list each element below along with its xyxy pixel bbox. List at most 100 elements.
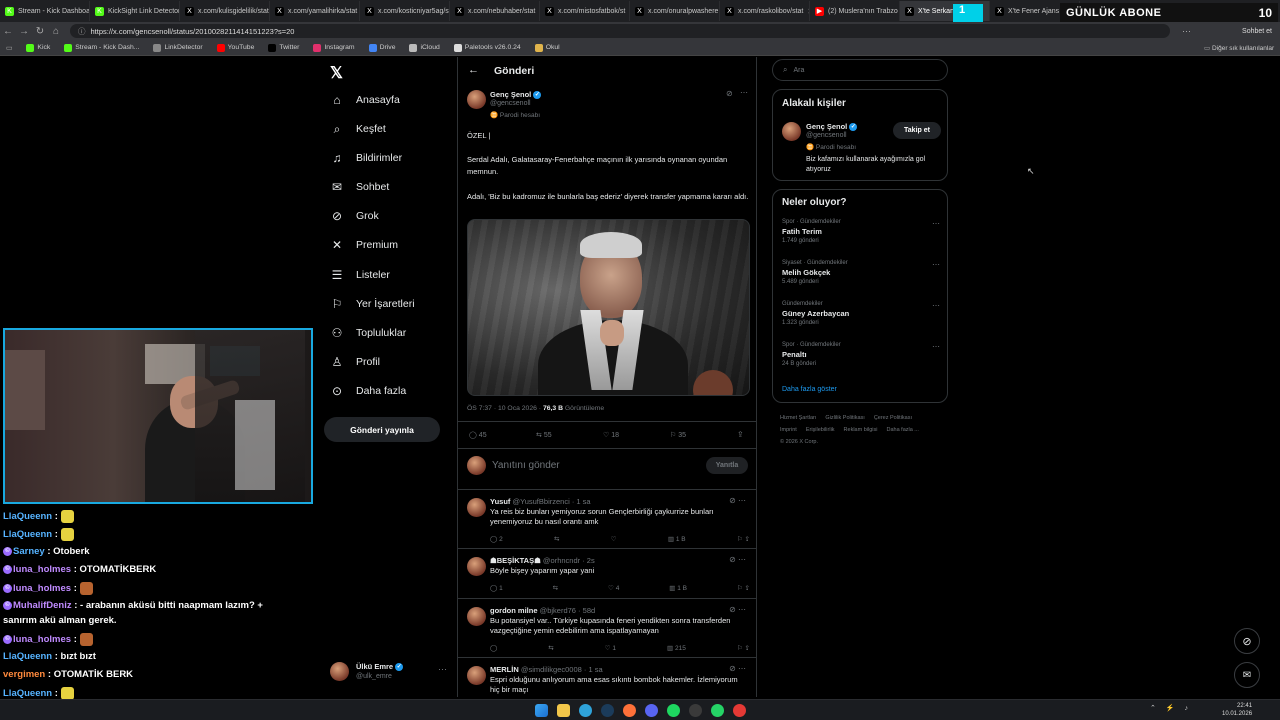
home-browser-icon[interactable]: ⌂ — [48, 26, 64, 37]
chat-username[interactable]: MuhalifDeniz — [13, 600, 72, 611]
messages-fab[interactable]: ✉ — [1234, 662, 1260, 688]
browser-tab[interactable]: Xx.com/kulisgidelilik/stat✕ — [180, 1, 270, 21]
browser-tab[interactable]: Xx.com/onuralpwashere✕ — [630, 1, 720, 21]
chat-username[interactable]: LlaQueenn — [3, 529, 52, 540]
nav-item-x[interactable]: ✕ Premium — [330, 234, 398, 256]
more-options-icon[interactable]: ⋯ — [932, 301, 940, 310]
reply-author-name[interactable]: ☗BEŞİKTAŞ☗ — [490, 556, 541, 565]
share-icon[interactable]: ⇪ — [737, 430, 744, 439]
reply-button[interactable]: ◯ 2 — [490, 535, 503, 543]
reply-author-name[interactable]: gordon milne — [490, 606, 538, 615]
obs-icon[interactable] — [689, 704, 702, 717]
chat-username[interactable]: LlaQueenn — [3, 651, 52, 662]
x-logo-icon[interactable]: 𝕏 — [330, 63, 343, 83]
repost-button[interactable]: ⇆ 55 — [536, 431, 552, 439]
chat-username[interactable]: Sarney — [13, 546, 45, 557]
nav-item-communities[interactable]: ⚇ Topluluklar — [330, 322, 407, 344]
windows-start-icon[interactable] — [535, 704, 548, 717]
relevant-avatar[interactable] — [782, 122, 801, 141]
reply-avatar[interactable] — [467, 666, 486, 685]
reply-item[interactable]: gordon milne @bjkerd76 · 58d ⊘ ⋯ Bu potans… — [458, 598, 756, 657]
reload-icon[interactable]: ↻ — [32, 26, 48, 37]
bookmark-icon[interactable]: ⚐ ⇪ — [737, 584, 750, 592]
chat-username[interactable]: LlaQueenn — [3, 511, 52, 522]
repost-button[interactable]: ⇆ — [548, 644, 553, 652]
bookmark-item[interactable]: YouTube — [216, 43, 254, 52]
footer-link[interactable]: Erişilebilirlik — [806, 427, 835, 433]
trend-item[interactable]: Spor · Gündemdekiler Penaltı 24 B gönderi ⋯ — [782, 342, 940, 367]
trend-item[interactable]: Siyaset · Gündemdekiler Melih Gökçek 5.489… — [782, 260, 940, 285]
bookmark-item[interactable]: iCloud — [409, 43, 440, 52]
like-button[interactable]: ♡ 18 — [603, 431, 619, 439]
browser-tab[interactable]: KKickSight Link Detector✕ — [90, 1, 180, 21]
heart-button[interactable]: ♡ 1 — [605, 644, 616, 652]
footer-link[interactable]: Reklam bilgisi — [844, 427, 878, 433]
browser-tab[interactable]: Xx.com/mistosfatbok/st✕ — [540, 1, 630, 21]
chat-username[interactable]: LlaQueenn — [3, 688, 52, 699]
nav-item-profile[interactable]: ♙ Profil — [330, 351, 380, 373]
bookmark-icon[interactable]: ⚐ ⇪ — [737, 644, 750, 652]
chat-username[interactable]: luna_holmes — [13, 634, 71, 645]
trend-item[interactable]: Gündemdekiler Güney Azerbaycan 1.323 gönde… — [782, 301, 940, 326]
repost-button[interactable]: ⇆ — [553, 584, 558, 592]
more-options-icon[interactable]: ⊘ ⋯ — [729, 496, 746, 505]
apps-icon[interactable]: ▭ — [6, 44, 12, 52]
more-options-icon[interactable]: ⋯ — [932, 260, 940, 269]
reply-button[interactable]: ◯ 45 — [469, 431, 487, 439]
search-input[interactable]: ⌕ Ara — [772, 59, 948, 81]
footer-link[interactable]: Daha fazla ... — [886, 427, 918, 433]
reply-handle[interactable]: @orhncndr · 2s — [543, 556, 595, 565]
account-switcher[interactable]: Ülkü Emre ✓ @ulk_emre ⋯ — [330, 660, 450, 686]
back-icon[interactable]: ← — [0, 26, 16, 37]
reply-author-name[interactable]: MERLİN — [490, 665, 519, 674]
nav-item-grok[interactable]: ⊘ Grok — [330, 205, 379, 227]
grok-fab[interactable]: ⊘ — [1234, 628, 1260, 654]
bookmark-item[interactable]: Stream - Kick Dash... — [64, 43, 139, 52]
edge-icon[interactable] — [579, 704, 592, 717]
site-info-icon[interactable]: ⓘ — [78, 26, 86, 37]
views-button[interactable]: ▥ 215 — [667, 644, 686, 652]
browser-tab[interactable]: Xx.com/yamalihirka/stat✕ — [270, 1, 360, 21]
extensions-icon[interactable]: ⋯ — [1182, 26, 1191, 37]
browser-tab[interactable]: Xx.com/raskolibov/stat✕ — [720, 1, 810, 21]
chat-username[interactable]: luna_holmes — [13, 583, 71, 594]
more-options-icon[interactable]: ⊘ ⋯ — [729, 664, 746, 673]
follow-button[interactable]: Takip et — [893, 122, 941, 139]
nav-item-home[interactable]: ⌂ Anasayfa — [330, 89, 399, 111]
more-options-icon[interactable]: ⋯ — [932, 219, 940, 228]
reply-avatar[interactable] — [467, 557, 486, 576]
post-image[interactable] — [467, 219, 750, 396]
author-name[interactable]: Genç Şenol — [490, 90, 531, 99]
more-options-icon[interactable]: ⋯ — [740, 88, 748, 97]
chat-link[interactable]: Sohbet et — [1242, 28, 1272, 35]
footer-link[interactable]: Gizlilik Politikası — [825, 415, 864, 421]
heart-button[interactable]: ♡ 4 — [608, 584, 619, 592]
nav-item-mail[interactable]: ✉ Sohbet — [330, 176, 389, 198]
browser-tab[interactable]: ▶(2) Muslera'nın Trabzo✕ — [810, 1, 900, 21]
nav-item-bookmark[interactable]: ⚐ Yer İşaretleri — [330, 293, 415, 315]
steam-icon[interactable] — [601, 704, 614, 717]
bookmark-item[interactable]: LinkDetector — [153, 43, 203, 52]
more-options-icon[interactable]: ⊘ ⋯ — [729, 555, 746, 564]
bookmark-item[interactable]: Twitter — [268, 43, 299, 52]
more-options-icon[interactable]: ⋯ — [932, 342, 940, 351]
views-button[interactable]: ▥ 1 B — [668, 535, 686, 543]
nav-item-search[interactable]: ⌕ Keşfet — [330, 118, 386, 140]
relevant-name[interactable]: Genç Şenol — [806, 122, 847, 131]
bookmark-item[interactable]: Kick — [26, 43, 50, 52]
chat-username[interactable]: vergimen — [3, 669, 45, 680]
reply-submit-button[interactable]: Yanıtla — [706, 457, 748, 474]
repost-button[interactable]: ⇆ — [554, 535, 559, 543]
file-explorer-icon[interactable] — [557, 704, 570, 717]
bookmark-item[interactable]: Paletools v26.0.24 — [453, 43, 521, 52]
reply-avatar[interactable] — [467, 498, 486, 517]
show-more-link[interactable]: Daha fazla göster — [782, 386, 837, 393]
more-options-icon[interactable]: ⊘ ⋯ — [729, 605, 746, 614]
author-avatar[interactable] — [467, 90, 486, 109]
bookmark-icon[interactable]: ⚐ ⇪ — [737, 535, 750, 543]
reply-button[interactable]: ◯ — [490, 644, 497, 652]
footer-link[interactable]: Çerez Politikası — [874, 415, 912, 421]
reply-input[interactable]: Yanıtını gönder — [492, 460, 560, 471]
footer-link[interactable]: Hizmet Şartları — [780, 415, 816, 421]
trend-item[interactable]: Spor · Gündemdekiler Fatih Terim 1.749 gön… — [782, 219, 940, 244]
